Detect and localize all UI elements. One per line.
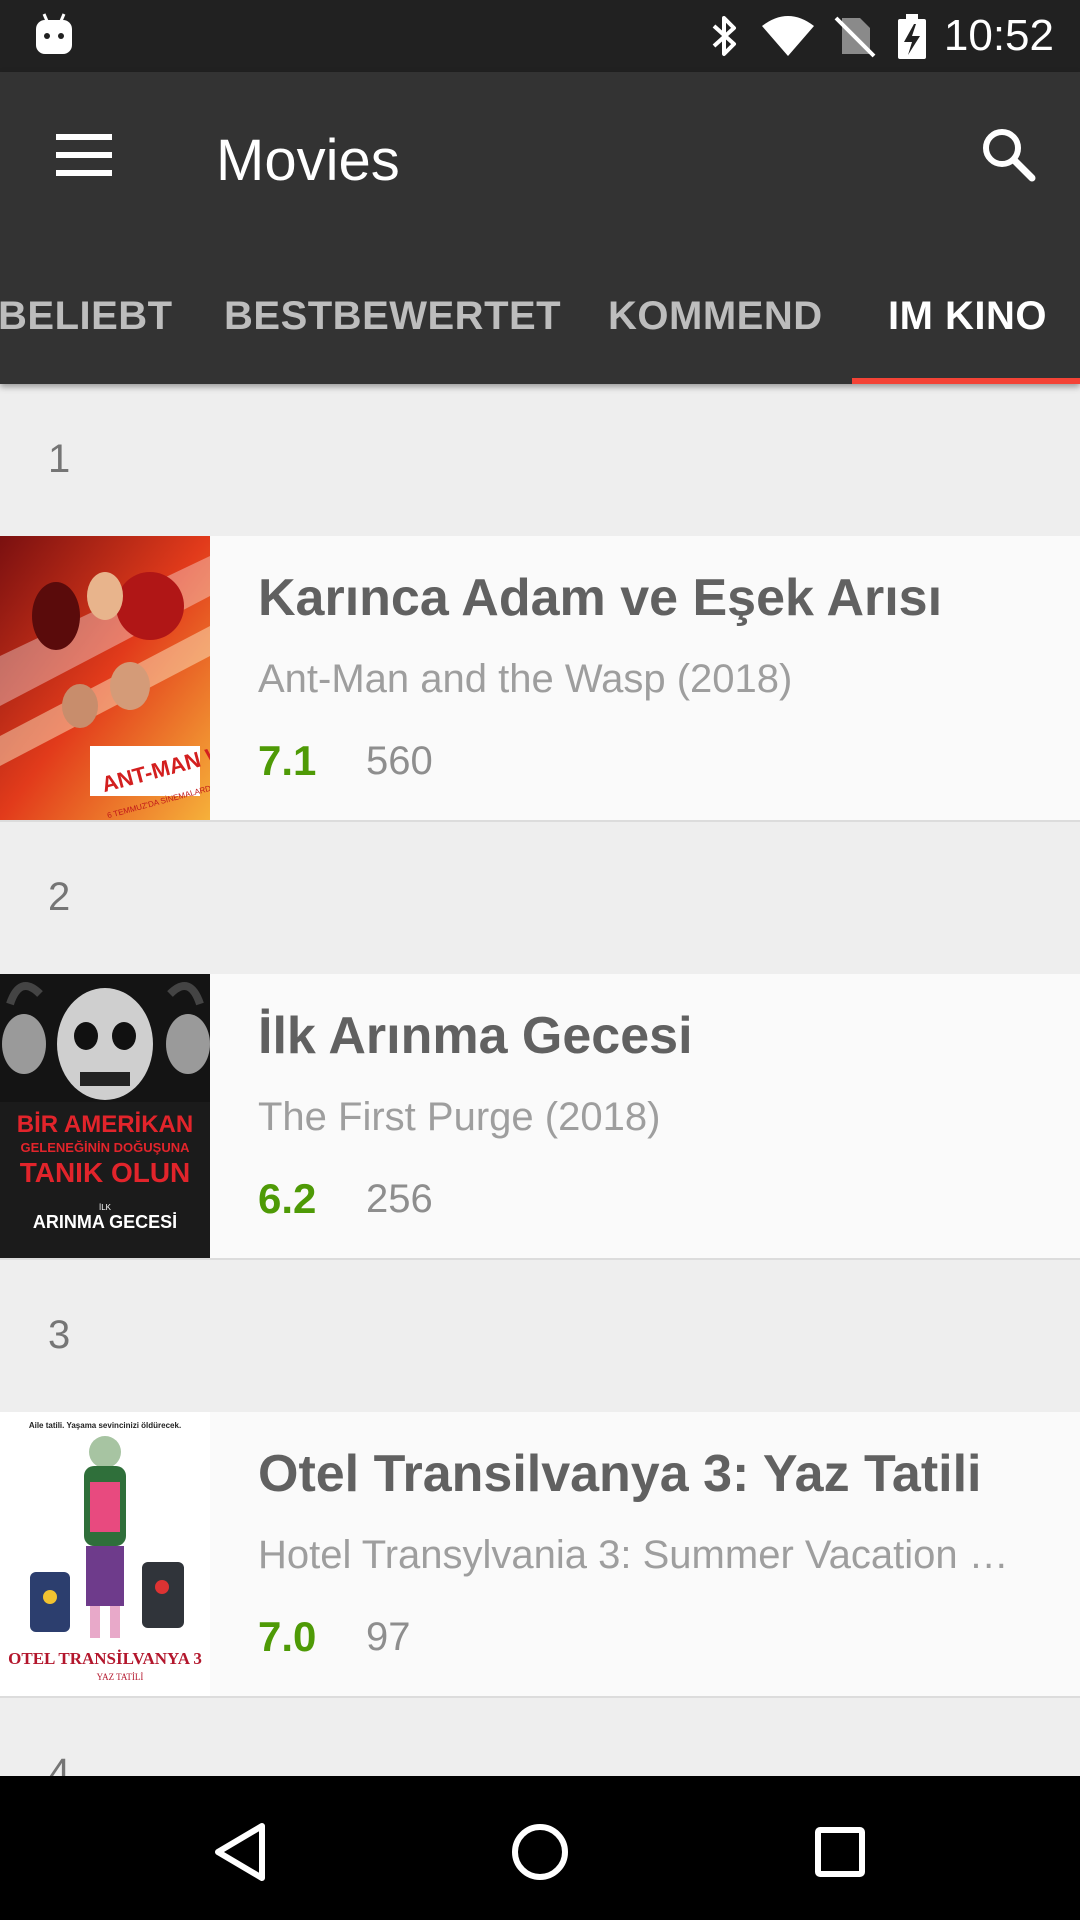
back-icon[interactable] (212, 1822, 268, 1882)
movie-vote-count: 256 (366, 1177, 433, 1221)
movie-card[interactable]: BİR AMERİKAN GELENEĞİNİN DOĞUŞUNA TANIK … (0, 974, 1080, 1261)
movie-rating: 6.2 (258, 1175, 317, 1222)
poster-text: YAZ TATİLİ (97, 1672, 144, 1682)
wifi-icon (762, 16, 814, 56)
rank-number: 1 (48, 437, 71, 481)
movie-original-title: Hotel Transylvania 3: Summer Vacation … (258, 1533, 1009, 1577)
movie-original-title: Ant-Man and the Wasp (2018) (258, 657, 793, 701)
bluetooth-icon (712, 16, 736, 56)
section-header: 3 (0, 1260, 1080, 1414)
poster-text: Aile tatili. Yaşama sevincinizi öldürece… (29, 1421, 181, 1430)
app-bar: Movies BELIEBT BESTBEWERTET KOMMEND IM K… (0, 72, 1080, 384)
movie-card[interactable]: ANT-MAN WASP 6 TEMMUZ'DA SİNEMALARDA Kar… (0, 536, 1080, 823)
rank-number: 3 (48, 1313, 71, 1357)
movie-poster: ANT-MAN WASP 6 TEMMUZ'DA SİNEMALARDA (0, 536, 210, 820)
tab-beliebt[interactable]: BELIEBT (0, 286, 173, 346)
movie-rating: 7.0 (258, 1613, 317, 1660)
movie-title: İlk Arınma Gecesi (258, 1007, 693, 1065)
menu-icon[interactable] (56, 134, 112, 176)
battery-charging-icon (898, 14, 926, 59)
status-bar: 10:52 (0, 0, 1080, 72)
movie-vote-count: 560 (366, 739, 433, 783)
poster-text: İLK (99, 1203, 112, 1212)
section-header: 4 (0, 1698, 1080, 1776)
no-sim-icon (834, 16, 876, 58)
movie-poster: Aile tatili. Yaşama sevincinizi öldürece… (0, 1412, 210, 1696)
movie-rating: 7.1 (258, 737, 317, 784)
poster-text: BİR AMERİKAN (17, 1111, 193, 1138)
section-header: 1 (0, 384, 1080, 538)
movie-poster: BİR AMERİKAN GELENEĞİNİN DOĞUŞUNA TANIK … (0, 974, 210, 1258)
tab-indicator (852, 378, 1080, 384)
page-title: Movies (216, 128, 400, 193)
search-icon[interactable] (978, 124, 1038, 184)
clock: 10:52 (943, 11, 1054, 60)
movie-vote-count: 97 (366, 1615, 411, 1659)
poster-text: TANIK OLUN (20, 1157, 191, 1188)
movie-list[interactable]: 1 ANT-MAN WASP 6 TEMMUZ'DA SİNEMALARDA K… (0, 384, 1080, 1776)
recents-icon[interactable] (814, 1826, 866, 1878)
tab-kommend[interactable]: KOMMEND (608, 286, 823, 346)
movie-title: Karınca Adam ve Eşek Arısı (258, 569, 943, 627)
movie-title: Otel Transilvanya 3: Yaz Tatili (258, 1445, 982, 1503)
tab-im-kino[interactable]: IM KINO (888, 286, 1047, 346)
poster-text: ARINMA GECESİ (33, 1212, 177, 1232)
section-header: 2 (0, 822, 1080, 976)
poster-text: OTEL TRANSİLVANYA 3 (8, 1649, 202, 1668)
movie-card[interactable]: Aile tatili. Yaşama sevincinizi öldürece… (0, 1412, 1080, 1699)
tab-bestbewertet[interactable]: BESTBEWERTET (224, 286, 561, 346)
navigation-bar (0, 1776, 1080, 1920)
android-icon (36, 13, 72, 54)
rank-number: 4 (48, 1751, 71, 1776)
rank-number: 2 (48, 875, 71, 919)
home-icon[interactable] (510, 1822, 570, 1882)
movie-original-title: The First Purge (2018) (258, 1095, 661, 1139)
poster-text: GELENEĞİNİN DOĞUŞUNA (20, 1140, 190, 1155)
